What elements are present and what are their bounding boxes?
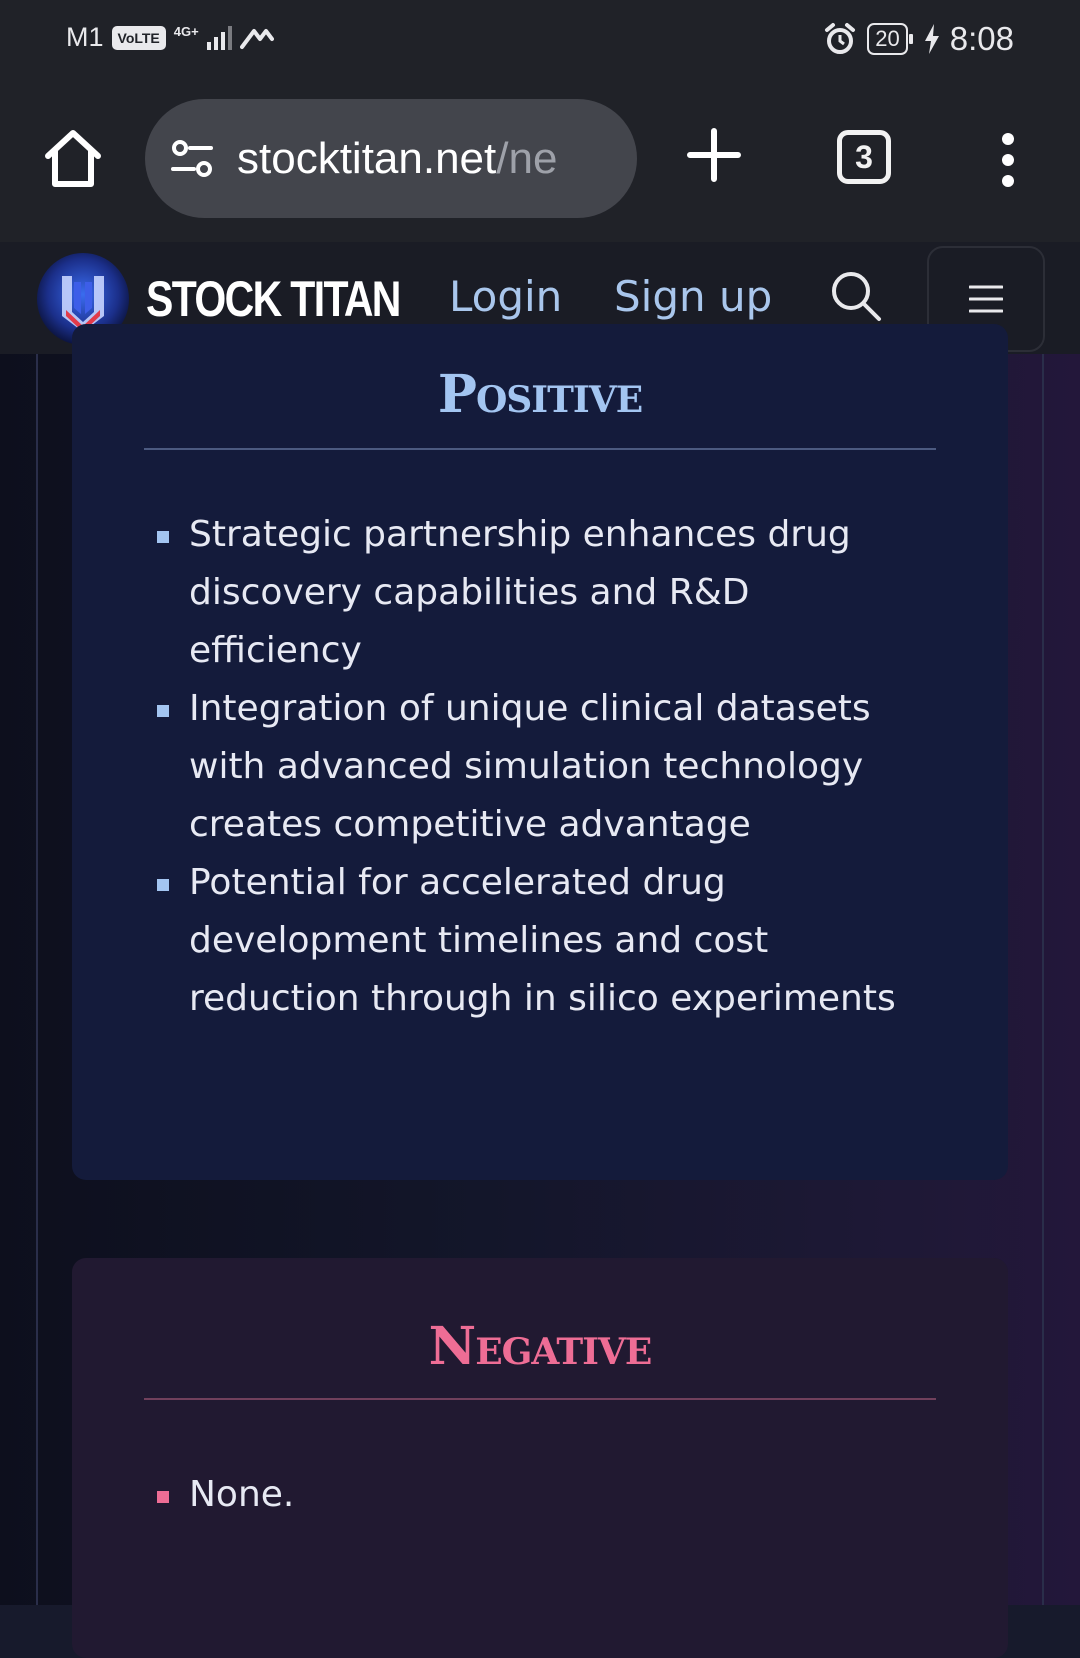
- list-item: Integration of unique clinical datasets …: [157, 680, 927, 854]
- url-host: stocktitan.net: [237, 133, 497, 183]
- positive-list: Strategic partnership enhances drug disc…: [157, 506, 927, 1028]
- site-settings-icon[interactable]: [169, 136, 215, 182]
- battery-indicator: 20: [867, 23, 914, 55]
- network-type: 4G+: [173, 24, 199, 39]
- list-item-text: Integration of unique clinical datasets …: [189, 688, 871, 845]
- negative-card: Negative None.: [72, 1258, 1008, 1658]
- address-bar[interactable]: stocktitan.net/ne: [145, 99, 637, 218]
- page-content: Positive Strategic partnership enhances …: [0, 324, 1080, 1658]
- clock: 8:08: [949, 20, 1014, 57]
- login-link[interactable]: Login: [449, 272, 562, 321]
- bullet-icon: [157, 705, 169, 717]
- list-item: Potential for accelerated drug developme…: [157, 854, 927, 1028]
- positive-title: Positive: [437, 364, 643, 425]
- data-saver-icon: [239, 28, 274, 49]
- signup-link[interactable]: Sign up: [614, 272, 772, 321]
- status-left: M1 VoLTE 4G+: [66, 22, 274, 53]
- status-bar: M1 VoLTE 4G+ 20 8:08: [0, 0, 1080, 80]
- list-item-text: None.: [189, 1474, 295, 1515]
- hamburger-icon: [969, 285, 1003, 313]
- home-icon[interactable]: [38, 124, 108, 194]
- signal-icon: [206, 25, 232, 50]
- url-text[interactable]: stocktitan.net/ne: [237, 134, 557, 184]
- negative-title: Negative: [428, 1316, 653, 1377]
- new-tab-icon[interactable]: [685, 126, 743, 184]
- charging-icon: [924, 24, 939, 54]
- alarm-icon: [825, 23, 856, 54]
- negative-divider: [144, 1398, 936, 1400]
- volte-badge: VoLTE: [111, 25, 166, 50]
- search-icon[interactable]: [828, 268, 884, 324]
- brand-name[interactable]: STOCK TITAN: [146, 270, 401, 328]
- bullet-icon: [157, 879, 169, 891]
- status-right: 20 8:08: [823, 20, 1014, 58]
- list-item-text: Strategic partnership enhances drug disc…: [189, 514, 851, 671]
- list-item: None.: [157, 1466, 927, 1524]
- more-options-icon[interactable]: [990, 132, 1026, 188]
- bullet-icon: [157, 1491, 169, 1503]
- list-item-text: Potential for accelerated drug developme…: [189, 862, 896, 1019]
- negative-list: None.: [157, 1466, 927, 1524]
- url-path: /ne: [496, 133, 558, 183]
- positive-divider: [144, 448, 936, 450]
- positive-card: Positive Strategic partnership enhances …: [72, 324, 1008, 1180]
- carrier-label: M1: [66, 22, 104, 52]
- tab-switcher-button[interactable]: 3: [837, 130, 891, 184]
- bullet-icon: [157, 531, 169, 543]
- browser-toolbar: stocktitan.net/ne 3: [0, 80, 1080, 242]
- list-item: Strategic partnership enhances drug disc…: [157, 506, 927, 680]
